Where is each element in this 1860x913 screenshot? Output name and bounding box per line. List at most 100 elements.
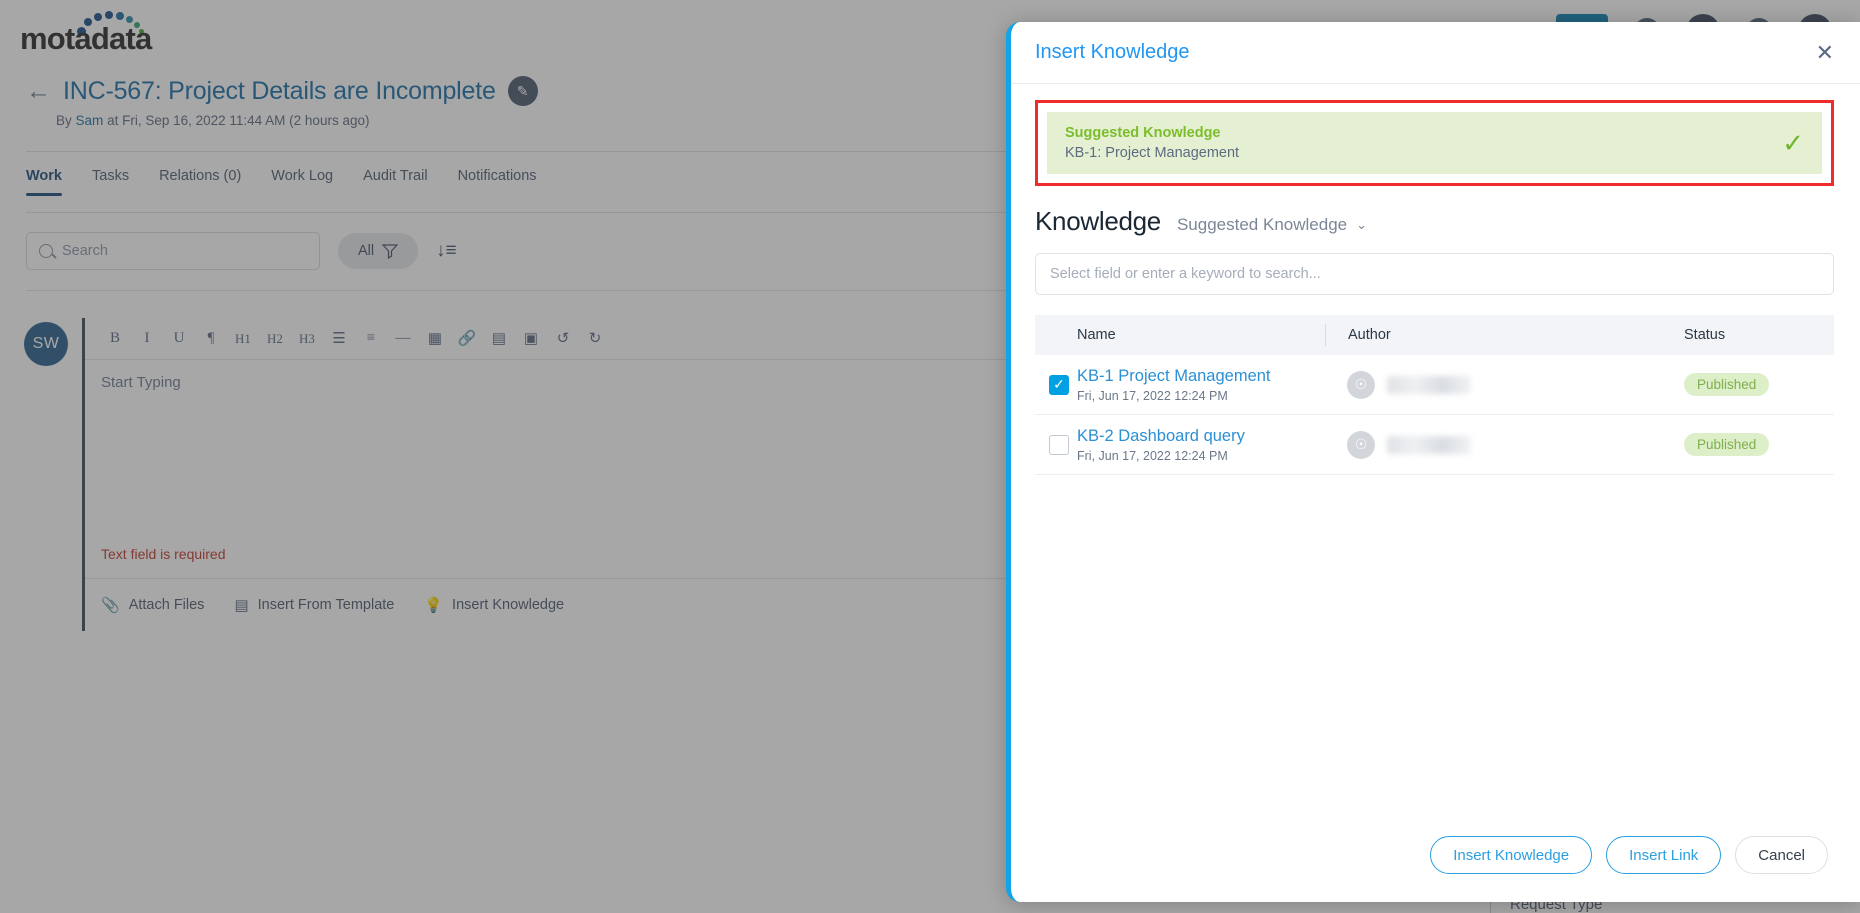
insert-knowledge-submit-button[interactable]: Insert Knowledge — [1430, 836, 1593, 874]
author-name-redacted — [1387, 435, 1471, 454]
funnel-icon — [382, 244, 399, 259]
modal-header: Insert Knowledge ✕ — [1011, 22, 1860, 84]
check-icon: ✓ — [1782, 128, 1804, 158]
attach-files-button[interactable]: 📎 Attach Files — [101, 596, 204, 614]
modal-footer: Insert Knowledge Insert Link Cancel — [1011, 808, 1860, 902]
column-header-name: Name — [1077, 327, 1116, 343]
knowledge-heading: Knowledge — [1035, 206, 1161, 236]
knowledge-table: Name Author Status ✓ KB-1 Project Manage… — [1035, 315, 1834, 475]
horizontal-rule-icon[interactable]: — — [387, 330, 419, 347]
suggested-knowledge-card[interactable]: Suggested Knowledge KB-1: Project Manage… — [1047, 112, 1822, 174]
ticket-meta-prefix: By — [56, 113, 72, 128]
undo-icon[interactable]: ↺ — [547, 329, 579, 348]
motadata-logo[interactable]: motadata — [18, 7, 188, 56]
insert-from-template-button[interactable]: ▤ Insert From Template — [234, 596, 394, 614]
row-checkbox[interactable]: ✓ — [1049, 374, 1069, 395]
cancel-button[interactable]: Cancel — [1735, 836, 1828, 874]
knowledge-search-placeholder: Select field or enter a keyword to searc… — [1050, 266, 1321, 282]
modal-body: Suggested Knowledge KB-1: Project Manage… — [1011, 84, 1860, 808]
tab-notifications[interactable]: Notifications — [458, 168, 537, 196]
sort-descending-icon[interactable]: ↓≡ — [436, 240, 457, 262]
lightbulb-icon: 💡 — [424, 597, 444, 614]
bold-icon[interactable]: B — [99, 330, 131, 347]
insert-knowledge-button[interactable]: 💡 Insert Knowledge — [424, 596, 564, 614]
suggested-knowledge-highlight: Suggested Knowledge KB-1: Project Manage… — [1035, 100, 1834, 186]
knowledge-source-value: Suggested Knowledge — [1176, 215, 1348, 234]
insert-link-button[interactable]: Insert Link — [1606, 836, 1722, 874]
editor-actions: 📎 Attach Files ▤ Insert From Template 💡 … — [85, 579, 1092, 631]
tab-work[interactable]: Work — [26, 168, 62, 196]
heading1-icon[interactable]: H1 — [227, 331, 259, 347]
modal-title: Insert Knowledge — [1035, 41, 1190, 63]
knowledge-link[interactable]: KB-2 Dashboard query — [1077, 427, 1325, 446]
knowledge-date: Fri, Jun 17, 2022 12:24 PM — [1077, 448, 1228, 463]
row-checkbox-cell — [1035, 434, 1077, 455]
pencil-icon[interactable]: ✎ — [507, 76, 538, 106]
suggested-knowledge-title: Suggested Knowledge — [1065, 125, 1221, 141]
editor-placeholder: Start Typing — [101, 374, 181, 391]
insert-knowledge-label: Insert Knowledge — [452, 597, 565, 613]
editor-error-text: Text field is required — [101, 546, 226, 562]
row-author-cell: ☉ — [1325, 370, 1684, 399]
author-name-redacted — [1387, 375, 1471, 394]
suggested-knowledge-text: Suggested Knowledge KB-1: Project Manage… — [1065, 125, 1239, 161]
suggested-knowledge-subtitle: KB-1: Project Management — [1065, 145, 1240, 161]
row-name-cell: KB-1 Project Management Fri, Jun 17, 202… — [1077, 367, 1325, 403]
logo-wordmark: motadata — [20, 21, 152, 56]
row-name-cell: KB-2 Dashboard query Fri, Jun 17, 2022 1… — [1077, 427, 1325, 463]
person-icon: ☉ — [1347, 430, 1375, 459]
row-author-cell: ☉ — [1325, 430, 1684, 459]
attach-files-label: Attach Files — [128, 597, 205, 613]
filter-label: All — [357, 243, 375, 259]
bullet-list-icon[interactable]: ☰ — [323, 329, 355, 348]
person-icon: ☉ — [1347, 370, 1375, 399]
table-row[interactable]: KB-2 Dashboard query Fri, Jun 17, 2022 1… — [1035, 415, 1834, 475]
heading2-icon[interactable]: H2 — [259, 331, 291, 347]
paragraph-icon[interactable]: ¶ — [195, 330, 227, 347]
knowledge-source-select[interactable]: Suggested Knowledge ⌄ — [1177, 215, 1367, 235]
row-status-cell: Published — [1684, 373, 1834, 396]
tab-audit-trail[interactable]: Audit Trail — [363, 168, 427, 196]
underline-icon[interactable]: U — [163, 330, 195, 347]
knowledge-section-header: Knowledge Suggested Knowledge ⌄ — [1035, 206, 1834, 237]
template-icon: ▤ — [234, 597, 249, 614]
close-icon[interactable]: ✕ — [1816, 41, 1834, 64]
table-icon[interactable]: ▦ — [419, 329, 451, 348]
editor-textarea[interactable]: Start Typing — [85, 360, 1092, 546]
knowledge-search-input[interactable]: Select field or enter a keyword to searc… — [1035, 253, 1834, 295]
tab-relations[interactable]: Relations (0) — [159, 168, 241, 196]
status-badge: Published — [1684, 433, 1770, 456]
search-placeholder: Search — [62, 243, 108, 259]
numbered-list-icon[interactable]: ≡ — [355, 330, 387, 347]
knowledge-link[interactable]: KB-1 Project Management — [1077, 367, 1325, 386]
row-checkbox[interactable] — [1049, 434, 1069, 455]
avatar: SW — [24, 322, 68, 366]
work-toolbar: Search All ↓≡ — [26, 232, 457, 270]
table-header-row: Name Author Status — [1035, 315, 1834, 355]
search-icon — [39, 244, 53, 258]
column-header-status: Status — [1684, 327, 1726, 343]
tab-work-log[interactable]: Work Log — [271, 168, 333, 196]
filter-button[interactable]: All — [338, 233, 418, 269]
heading3-icon[interactable]: H3 — [291, 331, 323, 347]
editor-toolbar: B I U ¶ H1 H2 H3 ☰ ≡ — ▦ 🔗 ▤ ▣ ↺ ↻ — [85, 318, 1092, 360]
redo-icon[interactable]: ↻ — [579, 329, 611, 348]
image-icon[interactable]: ▣ — [515, 329, 547, 348]
italic-icon[interactable]: I — [131, 330, 163, 347]
insert-from-template-label: Insert From Template — [257, 597, 395, 613]
row-checkbox-cell: ✓ — [1035, 374, 1077, 395]
table-row[interactable]: ✓ KB-1 Project Management Fri, Jun 17, 2… — [1035, 355, 1834, 415]
knowledge-date: Fri, Jun 17, 2022 12:24 PM — [1077, 388, 1228, 403]
chevron-down-icon: ⌄ — [1356, 217, 1368, 232]
ticket-meta-author[interactable]: Sam — [76, 113, 104, 128]
link-icon[interactable]: 🔗 — [451, 329, 483, 348]
page-title: INC-567: Project Details are Incomplete — [63, 76, 496, 105]
row-status-cell: Published — [1684, 433, 1834, 456]
editor-container: B I U ¶ H1 H2 H3 ☰ ≡ — ▦ 🔗 ▤ ▣ ↺ ↻ Start… — [82, 318, 1092, 631]
status-badge: Published — [1684, 373, 1770, 396]
video-icon[interactable]: ▤ — [483, 329, 515, 348]
back-arrow-icon[interactable]: ← — [26, 78, 51, 104]
tab-tasks[interactable]: Tasks — [92, 168, 129, 196]
insert-knowledge-modal: Insert Knowledge ✕ Suggested Knowledge K… — [1006, 22, 1860, 902]
search-input[interactable]: Search — [26, 232, 320, 270]
